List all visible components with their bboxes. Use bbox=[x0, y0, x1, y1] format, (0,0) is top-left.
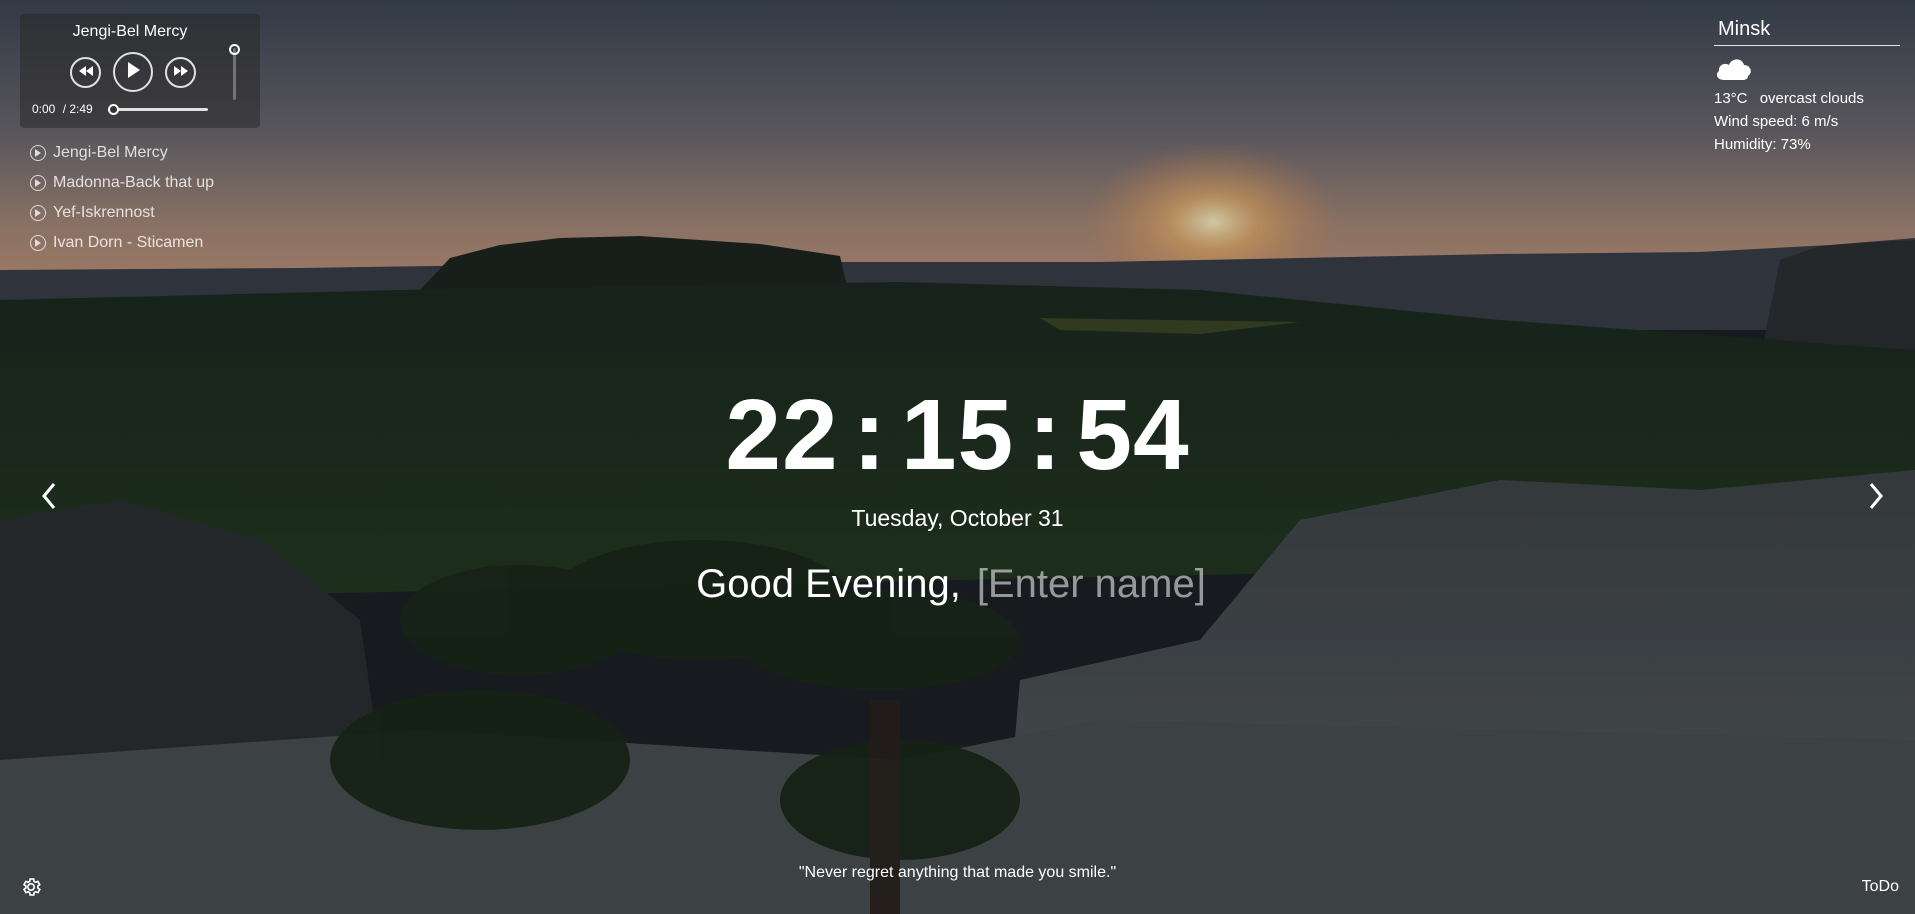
date-display: Tuesday, October 31 bbox=[851, 505, 1064, 531]
play-item-icon bbox=[30, 235, 46, 251]
weather-widget: Minsk 13°C overcast clouds Wind speed: 6… bbox=[1714, 18, 1900, 153]
fast-forward-button[interactable] bbox=[165, 56, 196, 88]
progress-bar-handle[interactable] bbox=[108, 104, 119, 115]
play-item-icon bbox=[30, 175, 46, 191]
playlist-item[interactable]: Madonna-Back that up bbox=[30, 168, 214, 198]
clock-separator: : bbox=[1028, 379, 1063, 491]
clock-seconds: 54 bbox=[1076, 379, 1190, 491]
progress-bar[interactable] bbox=[112, 108, 208, 111]
clock-separator: : bbox=[852, 379, 887, 491]
playlist-item[interactable]: Ivan Dorn - Sticamen bbox=[30, 228, 214, 258]
weather-summary: 13°C overcast clouds bbox=[1714, 90, 1900, 107]
fast-forward-icon bbox=[173, 63, 188, 81]
name-input[interactable] bbox=[974, 561, 1219, 608]
playlist-item-label: Madonna-Back that up bbox=[53, 174, 214, 191]
volume-slider[interactable] bbox=[233, 48, 236, 100]
player-time: 0:00 / 2:49 bbox=[32, 102, 93, 116]
playlist-item-label: Yef-Iskrennost bbox=[53, 204, 155, 221]
weather-wind: Wind speed: 6 m/s bbox=[1714, 113, 1839, 130]
player-controls bbox=[70, 52, 196, 92]
play-item-icon bbox=[30, 145, 46, 161]
quote-text: "Never regret anything that made you smi… bbox=[798, 864, 1117, 881]
play-button[interactable] bbox=[113, 52, 153, 92]
audio-player: Jengi-Bel Mercy 0:00 / 2:49 bbox=[20, 14, 260, 128]
cloud-icon bbox=[1714, 54, 1900, 84]
current-time: 0:00 bbox=[32, 102, 56, 116]
play-icon bbox=[126, 61, 140, 83]
clock-minutes: 15 bbox=[900, 379, 1015, 491]
rewind-button[interactable] bbox=[70, 56, 101, 88]
rewind-icon bbox=[78, 63, 93, 81]
playlist: Jengi-Bel Mercy Madonna-Back that up Yef… bbox=[30, 138, 214, 258]
play-item-icon bbox=[30, 205, 46, 221]
playlist-item[interactable]: Yef-Iskrennost bbox=[30, 198, 214, 228]
volume-slider-handle[interactable] bbox=[229, 44, 240, 55]
clock: 22:15:54 bbox=[0, 378, 1915, 493]
track-duration: / 2:49 bbox=[62, 102, 93, 116]
playlist-item-label: Ivan Dorn - Sticamen bbox=[53, 234, 204, 251]
weather-temperature: 13°C bbox=[1714, 90, 1748, 107]
playlist-item-label: Jengi-Bel Mercy bbox=[53, 144, 168, 161]
player-track-title: Jengi-Bel Mercy bbox=[72, 23, 188, 40]
gear-icon bbox=[20, 878, 42, 902]
playlist-item[interactable]: Jengi-Bel Mercy bbox=[30, 138, 214, 168]
todo-button[interactable]: ToDo bbox=[1862, 878, 1899, 896]
weather-humidity: Humidity: 73% bbox=[1714, 136, 1811, 153]
greeting: Good Evening, bbox=[0, 561, 1915, 608]
greeting-text: Good Evening, bbox=[696, 562, 961, 606]
clock-hours: 22 bbox=[725, 379, 839, 491]
weather-description: overcast clouds bbox=[1759, 90, 1864, 107]
weather-city[interactable]: Minsk bbox=[1714, 18, 1900, 46]
